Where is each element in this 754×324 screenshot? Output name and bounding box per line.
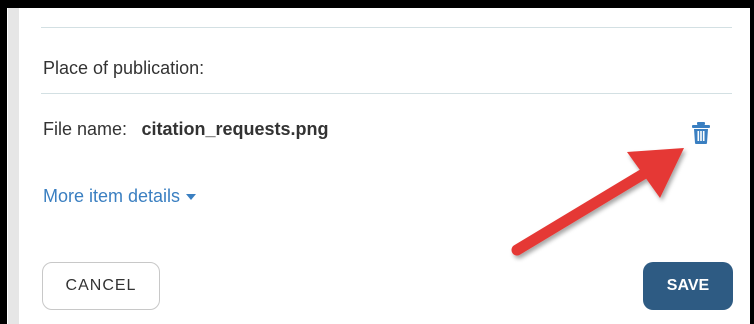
file-name-label: File name: <box>43 119 128 139</box>
side-rail <box>8 8 19 324</box>
more-item-details-link[interactable]: More item details <box>43 186 197 207</box>
trash-icon <box>692 122 710 144</box>
file-name-value: citation_requests.png <box>141 119 329 139</box>
cancel-button[interactable]: CANCEL <box>42 262 160 310</box>
caret-down-icon <box>186 194 197 201</box>
more-item-details-label: More item details <box>43 186 181 206</box>
window-frame-left <box>0 0 7 324</box>
save-button[interactable]: SAVE <box>643 262 733 310</box>
divider <box>41 27 732 28</box>
file-name-row: File name: citation_requests.png <box>43 119 329 140</box>
delete-file-button[interactable] <box>691 121 711 145</box>
window-frame-top <box>0 0 754 8</box>
place-of-publication-label: Place of publication: <box>43 58 205 78</box>
divider <box>41 93 732 94</box>
window-frame-right <box>750 0 754 324</box>
